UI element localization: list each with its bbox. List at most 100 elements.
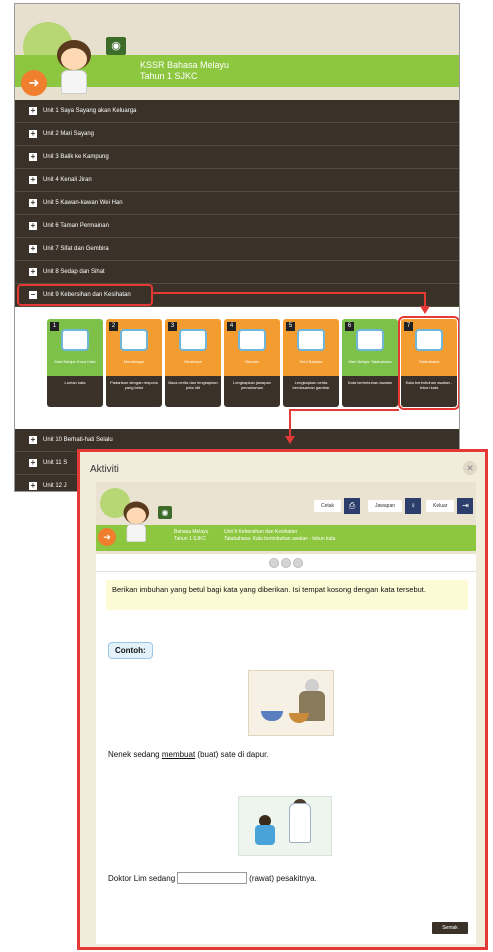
expand-plus-icon: + (29, 244, 37, 253)
card-number: 4 (227, 322, 236, 331)
activity-card-7[interactable]: 7 Tatabahasa Kata berimbuhan awalan - leb… (398, 316, 459, 410)
card-number: 1 (50, 322, 59, 331)
unit-row-6[interactable]: + Unit 6 Taman Permainan (15, 215, 459, 238)
eye-badge-icon: ◉ (106, 37, 126, 55)
eye-badge-icon: ◉ (158, 506, 172, 519)
card-number: 7 (404, 322, 413, 331)
card-illustration (415, 329, 443, 351)
connector-line (289, 409, 291, 437)
meta-activity-name: Tatabahasa: Kata berimbuhan awalan - leb… (224, 536, 336, 542)
answer-label: Jawapan (368, 500, 403, 512)
app-title-line2: Tahun 1 SJKC (140, 71, 198, 81)
card-title: Mari Belajar Tatabahasa (348, 359, 392, 364)
meta-subject: Bahasa Melayu Tahun 1 SJKC (174, 529, 208, 543)
exit-icon: ⇥ (457, 498, 474, 514)
unit-row-8[interactable]: + Unit 8 Sedap dan Sihat (15, 261, 459, 284)
unit-row-9[interactable]: − Unit 9 Kebersihan dan Kesihatan (15, 284, 459, 307)
check-button[interactable]: Semak (432, 922, 468, 934)
expand-plus-icon: + (29, 129, 37, 138)
card-desc: Lengkapkan jawapan pemahaman (224, 376, 280, 407)
answer-button[interactable]: Jawapan ♀ (368, 498, 422, 514)
activity-popup: Aktiviti ✕ ◉ ➜ Cetak ⎙ Jawapan ♀ Keluar … (77, 449, 488, 950)
connector-line (289, 409, 399, 411)
unit-label: Unit 11 S (43, 460, 68, 466)
example-sentence: Nenek sedang membuat (buat) sate di dapu… (108, 750, 269, 759)
unit-label: Unit 4 Kenali Jiran (43, 177, 92, 183)
activity-card-5[interactable]: 5 Seni Bahasa Lengkapkan cerita berdasark… (283, 319, 339, 407)
unit-row-2[interactable]: + Unit 2 Mari Sayang (15, 123, 459, 146)
card-title: Mari Belajar Kosa Kata (54, 359, 96, 364)
card-title: Membaca (184, 359, 202, 364)
popup-title: Aktiviti (90, 464, 119, 475)
card-title: Menulis (245, 359, 259, 364)
card-desc: Kata berimbuhan awalan (342, 376, 398, 407)
card-number: 6 (345, 322, 354, 331)
meta-subject-name: Bahasa Melayu (174, 529, 209, 535)
unit-label: Unit 7 Sifat dan Gembira (43, 246, 109, 252)
unit-label: Unit 3 Balik ke Kampung (43, 154, 109, 160)
card-illustration (356, 329, 384, 351)
expand-plus-icon: + (29, 152, 37, 161)
card-illustration (238, 329, 266, 351)
card-desc: Padankan dengan respons yang betul (106, 376, 162, 407)
unit-row-1[interactable]: + Unit 1 Saya Sayang akan Keluarga (15, 100, 459, 123)
unit-row-3[interactable]: + Unit 3 Balik ke Kampung (15, 146, 459, 169)
activity-card-1[interactable]: 1 Mari Belajar Kosa Kata Lontan kata (47, 319, 103, 407)
answer-input[interactable] (177, 872, 248, 884)
popup-content: Berikan imbuhan yang betul bagi kata yan… (96, 572, 476, 944)
selection-highlight (17, 284, 153, 306)
card-number: 5 (286, 322, 295, 331)
popup-header: ◉ ➜ Cetak ⎙ Jawapan ♀ Keluar ⇥ Bahasa Me… (96, 482, 476, 554)
card-illustration (179, 329, 207, 351)
back-arrow-icon[interactable]: ➜ (98, 528, 116, 546)
printer-icon: ⎙ (344, 498, 361, 514)
expand-plus-icon: + (29, 221, 37, 230)
card-number: 2 (109, 322, 118, 331)
card-desc: Lontan kata (47, 376, 103, 407)
nav-dot[interactable] (293, 557, 303, 568)
activity-card-4[interactable]: 4 Menulis Lengkapkan jawapan pemahaman (224, 319, 280, 407)
unit-row-7[interactable]: + Unit 7 Sifat dan Gembira (15, 238, 459, 261)
doctor-patient-illustration (238, 796, 332, 856)
arrow-down-icon (285, 436, 295, 444)
expand-plus-icon: + (29, 198, 37, 207)
meta-year: Tahun 1 SJKC (174, 536, 206, 542)
nav-dot[interactable] (281, 557, 291, 568)
expand-plus-icon: + (29, 106, 37, 115)
expand-plus-icon: + (29, 435, 37, 444)
close-icon[interactable]: ✕ (463, 461, 477, 475)
unit-label: Unit 12 J (43, 483, 67, 489)
arrow-down-icon (420, 306, 430, 314)
meta-activity: Unit 9 Kebersihan dan Kesihatan Tatabaha… (224, 529, 335, 543)
card-desc: Kata berimbuhan awalan - lebun kata (401, 376, 457, 407)
exit-button[interactable]: Keluar ⇥ (426, 498, 474, 514)
lightbulb-icon: ♀ (405, 498, 422, 514)
card-illustration (297, 329, 325, 351)
expand-plus-icon: + (29, 458, 37, 467)
activity-card-3[interactable]: 3 Membaca Baca cerita dan lengkapkan peta… (165, 319, 221, 407)
example-answer: membuat (161, 750, 196, 759)
mascot-boy (47, 38, 103, 98)
app-title-line1: KSSR Bahasa Melayu (140, 60, 230, 70)
sentence-part: (buat) sate di dapur. (195, 750, 269, 759)
unit-list: + Unit 1 Saya Sayang akan Keluarga + Unit … (15, 100, 459, 491)
unit-label: Unit 6 Taman Permainan (43, 223, 109, 229)
unit-label: Unit 1 Saya Sayang akan Keluarga (43, 108, 137, 114)
print-button[interactable]: Cetak ⎙ (314, 498, 361, 514)
unit-label: Unit 2 Mari Sayang (43, 131, 95, 137)
app-title: KSSR Bahasa Melayu Tahun 1 SJKC (140, 60, 229, 82)
activity-card-2[interactable]: 2 Mendengar Padankan dengan respons yang … (106, 319, 162, 407)
card-title: Seni Bahasa (299, 359, 323, 364)
unit-row-4[interactable]: + Unit 4 Kenali Jiran (15, 169, 459, 192)
mascot-boy (116, 500, 158, 545)
card-illustration (120, 329, 148, 351)
unit-row-5[interactable]: + Unit 5 Kawan-kawan Wei Han (15, 192, 459, 215)
card-desc: Lengkapkan cerita berdasarkan gambar (283, 376, 339, 407)
activity-card-6[interactable]: 6 Mari Belajar Tatabahasa Kata berimbuhan… (342, 319, 398, 407)
card-number: 3 (168, 322, 177, 331)
back-arrow-icon[interactable]: ➜ (21, 70, 47, 96)
nav-dot[interactable] (269, 557, 279, 568)
card-illustration (61, 329, 89, 351)
app-window: ◉ ➜ KSSR Bahasa Melayu Tahun 1 SJKC + Uni… (14, 3, 460, 492)
expand-plus-icon: + (29, 481, 37, 490)
